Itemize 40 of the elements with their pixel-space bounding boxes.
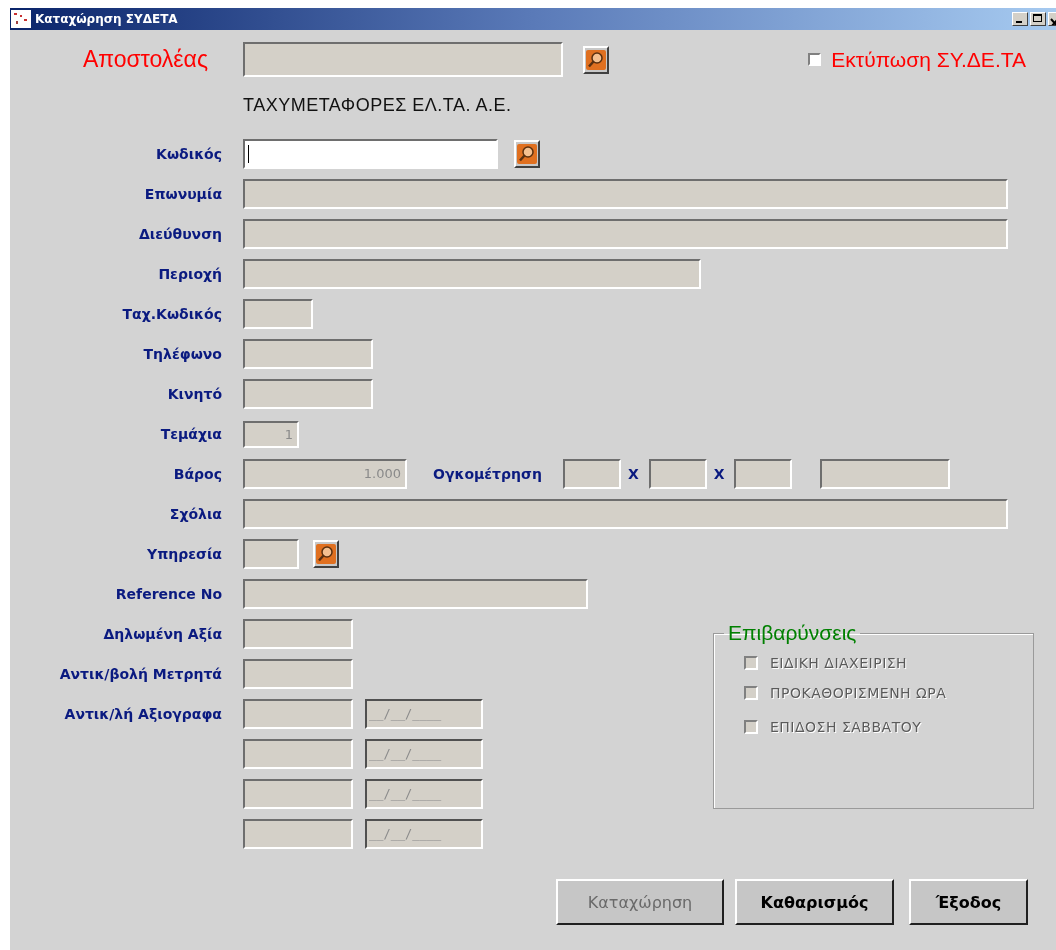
field-label: Διεύθυνση: [139, 226, 222, 242]
field-label: X: [713, 466, 725, 482]
field-label: Ταχ.Κωδικός: [122, 306, 222, 322]
search-icon: [586, 49, 606, 70]
app-icon: [11, 10, 31, 28]
sender-label: Αποστολέας: [81, 46, 209, 73]
minimize-button[interactable]: [1012, 12, 1028, 26]
checkbox-label: ΕΙΔΙΚΗ ΔΙΑΧΕΙΡΙΣΗ: [770, 655, 908, 671]
field-label: Επωνυμία: [144, 186, 222, 202]
field-label: X: [627, 466, 639, 482]
field-label: Τηλέφωνο: [143, 346, 222, 362]
search-button[interactable]: [583, 45, 609, 74]
maximize-button[interactable]: [1030, 12, 1046, 26]
field-label: Σχόλια: [169, 506, 222, 522]
field-label: Υπηρεσία: [147, 546, 222, 562]
search-button[interactable]: [313, 540, 339, 568]
group-title: Επιβαρύνσεις: [727, 621, 858, 645]
close-button[interactable]: [1048, 12, 1056, 26]
checkbox-label: ΕΠΙΔΟΣΗ ΣΑΒΒΑΤΟΥ: [770, 719, 922, 735]
field-label: Τεμάχια: [160, 426, 222, 442]
checkbox-label: ΠΡΟΚΑΘΟΡΙΣΜΕΝΗ ΩΡΑ: [770, 685, 947, 701]
search-button[interactable]: [514, 140, 540, 168]
text-field[interactable]: [243, 139, 498, 169]
field-label: Βάρος: [173, 466, 222, 482]
field-label: Δηλωμένη Αξία: [103, 626, 222, 642]
field-label: Αντικ/βολή Μετρητά: [59, 666, 222, 682]
field-label: Περιοχή: [158, 266, 222, 282]
field-label: Reference No: [115, 586, 222, 602]
search-icon: [517, 144, 537, 164]
action-button[interactable]: Καθαρισμός: [735, 879, 894, 925]
field-label: Κωδικός: [156, 146, 222, 162]
print-checkbox[interactable]: [808, 53, 822, 66]
field-label: Ογκομέτρηση: [433, 466, 542, 482]
search-icon: [316, 544, 336, 564]
company-name: ΤΑΧΥΜΕΤΑΦΟΡΕΣ ΕΛ.ΤΑ. Α.Ε.: [243, 94, 513, 116]
print-checkbox-label: Εκτύπωση ΣΥ.ΔΕ.ΤΑ: [831, 47, 1026, 72]
field-label: Κινητό: [167, 386, 222, 402]
field-label: Αντικ/λή Αξιογραφα: [64, 706, 222, 722]
action-button[interactable]: Έξοδος: [909, 879, 1028, 925]
window-title: Καταχώρηση ΣΥΔΕΤΑ: [35, 12, 178, 26]
